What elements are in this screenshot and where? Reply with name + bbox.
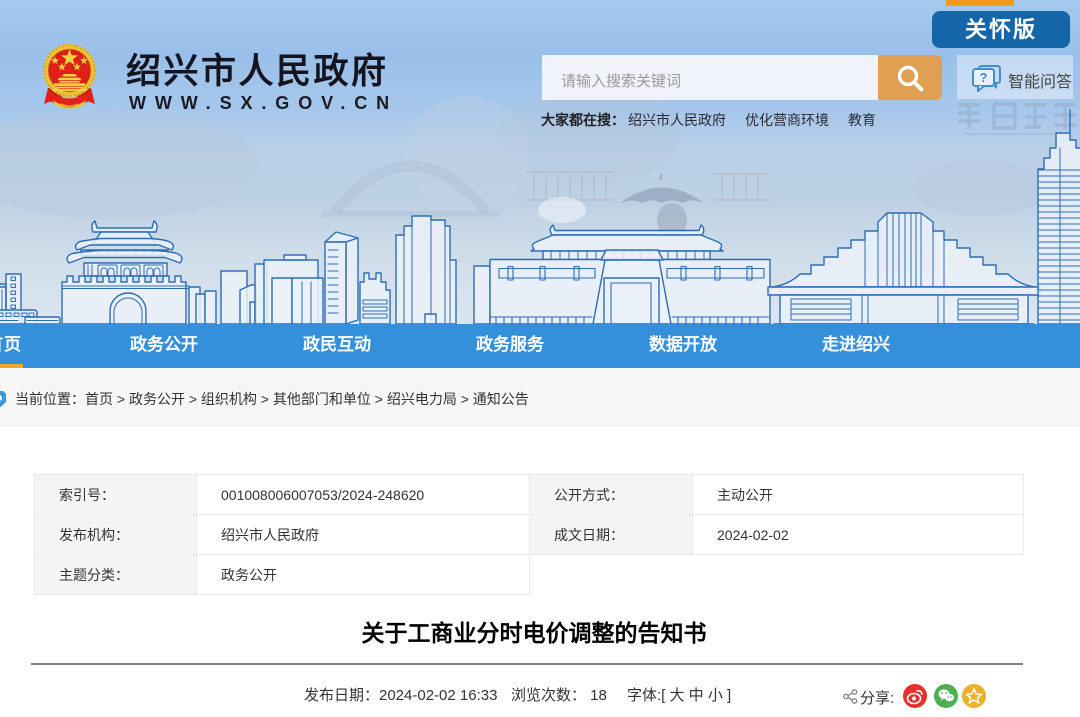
svg-text:?: ? [980,70,988,85]
